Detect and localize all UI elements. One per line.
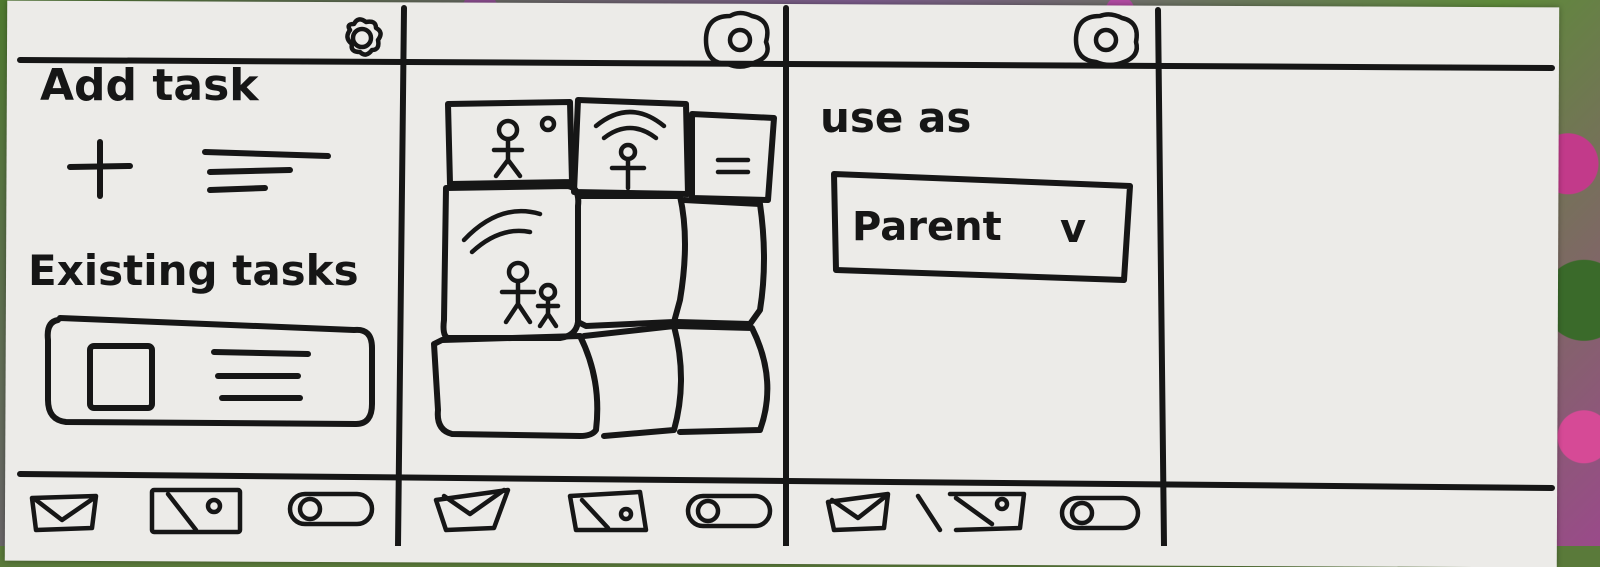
empty-tile[interactable]: [673, 323, 771, 435]
photo-icon[interactable]: [915, 491, 1027, 533]
gear-icon[interactable]: [703, 10, 770, 69]
toggle-icon[interactable]: [685, 493, 773, 529]
toggle-icon[interactable]: [287, 491, 375, 527]
screen-3: use as Parent v: [820, 12, 1141, 533]
add-task-label: Add task: [40, 60, 260, 111]
screen-1: Add task Existing tasks: [28, 17, 383, 535]
role-dropdown[interactable]: Parent v: [831, 171, 1133, 283]
bottom-nav-3: [825, 491, 1141, 533]
chevron-down-icon[interactable]: v: [1060, 206, 1086, 252]
toggle-icon[interactable]: [1059, 495, 1141, 531]
tasks-icon[interactable]: [825, 491, 891, 533]
family-wifi-tile[interactable]: [440, 183, 582, 341]
empty-tile[interactable]: [431, 333, 601, 439]
menu-tile[interactable]: [689, 111, 777, 203]
tile-grid: [431, 97, 777, 439]
dropdown-value: Parent: [852, 204, 1002, 250]
empty-tile[interactable]: [675, 197, 767, 327]
use-as-label: use as: [820, 93, 971, 142]
wireframe-sketch: Add task Existing tasks use as Parent v: [17, 5, 1555, 546]
tasks-icon[interactable]: [29, 493, 99, 533]
gear-icon[interactable]: [345, 17, 383, 57]
person-tile[interactable]: [445, 99, 575, 187]
tasks-icon[interactable]: [433, 487, 511, 533]
photo-icon[interactable]: [149, 487, 243, 535]
wifi-person-tile[interactable]: [571, 97, 691, 197]
photo-icon[interactable]: [567, 489, 649, 533]
task-card[interactable]: [44, 315, 375, 427]
existing-tasks-label: Existing tasks: [28, 246, 359, 295]
checkbox-icon[interactable]: [87, 343, 155, 411]
task-name-field[interactable]: [202, 149, 331, 193]
bottom-nav-1: [29, 487, 375, 535]
plus-icon[interactable]: [67, 139, 133, 199]
gear-icon[interactable]: [1073, 12, 1139, 68]
empty-tile[interactable]: [575, 193, 688, 329]
bottom-nav-2: [433, 487, 773, 533]
screen-2: [431, 10, 777, 533]
